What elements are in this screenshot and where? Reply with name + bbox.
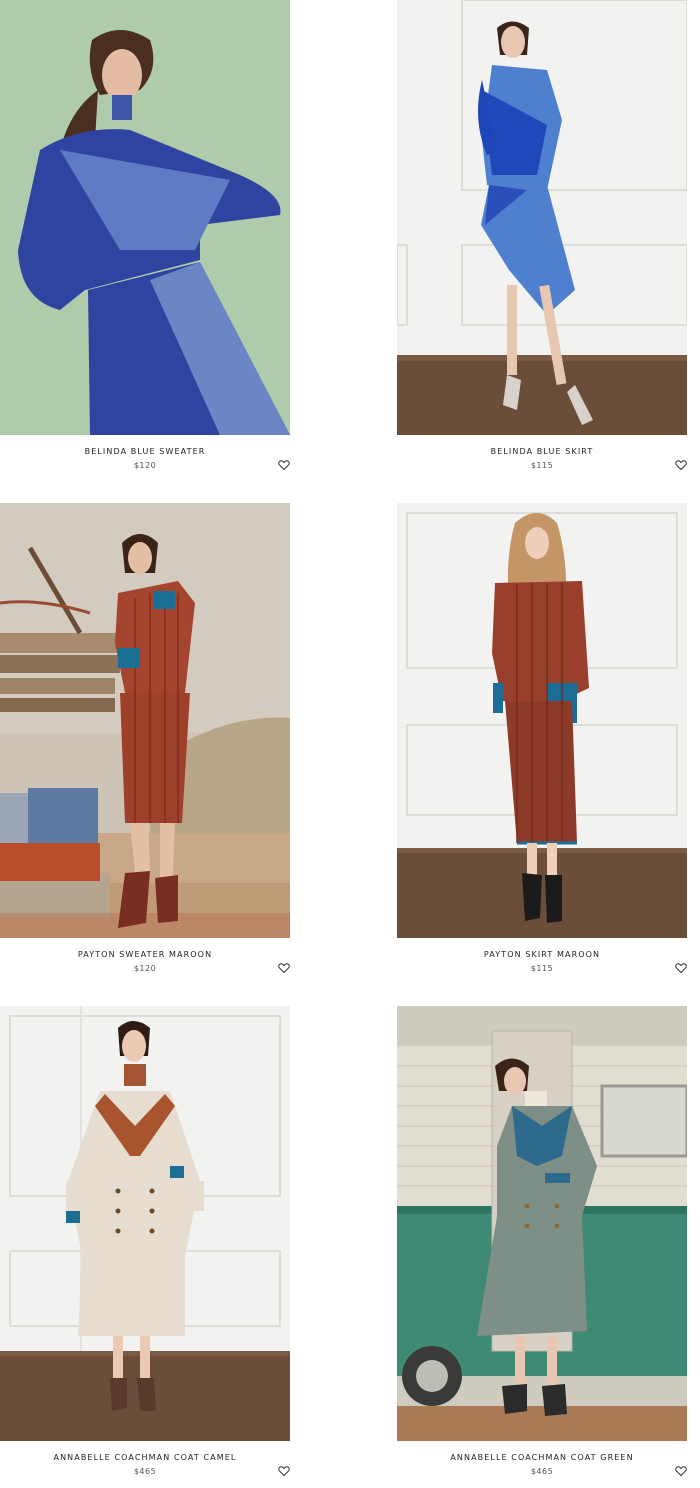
product-image-annabelle-coachman-coat-green[interactable] [397, 1006, 687, 1441]
product-price: $120 [133, 461, 157, 470]
heart-icon[interactable] [675, 1465, 687, 1477]
product-info: PAYTON SKIRT MAROON $115 [397, 938, 687, 986]
product-photo [397, 503, 687, 938]
heart-icon[interactable] [675, 459, 687, 471]
product-card[interactable]: BELINDA BLUE SWEATER $120 [0, 0, 290, 483]
product-info: BELINDA BLUE SWEATER $120 [0, 435, 290, 483]
product-card[interactable]: PAYTON SKIRT MAROON $115 [397, 503, 687, 986]
product-image-annabelle-coachman-coat-camel[interactable] [0, 1006, 290, 1441]
product-image-belinda-blue-skirt[interactable] [397, 0, 687, 435]
product-card[interactable]: PAYTON SWEATER MAROON $120 [0, 503, 290, 986]
heart-icon[interactable] [278, 1465, 290, 1477]
heart-icon[interactable] [675, 962, 687, 974]
product-price: $115 [530, 461, 554, 470]
product-photo [0, 503, 290, 938]
product-price: $465 [133, 1467, 157, 1476]
heart-icon[interactable] [278, 962, 290, 974]
product-price: $465 [530, 1467, 554, 1476]
product-card[interactable]: BELINDA BLUE SKIRT $115 [397, 0, 687, 483]
product-photo [0, 1006, 290, 1441]
product-info: BELINDA BLUE SKIRT $115 [397, 435, 687, 483]
product-photo [397, 0, 687, 435]
product-price: $115 [530, 964, 554, 973]
product-image-payton-skirt-maroon[interactable] [397, 503, 687, 938]
product-name[interactable]: PAYTON SWEATER MAROON [0, 938, 290, 959]
product-price: $120 [133, 964, 157, 973]
product-info: ANNABELLE COACHMAN COAT CAMEL $465 [0, 1441, 290, 1488]
product-info: PAYTON SWEATER MAROON $120 [0, 938, 290, 986]
product-photo [397, 1006, 687, 1441]
product-info: ANNABELLE COACHMAN COAT GREEN $465 [397, 1441, 687, 1488]
product-photo [0, 0, 290, 435]
product-name[interactable]: BELINDA BLUE SWEATER [0, 435, 290, 456]
product-card[interactable]: ANNABELLE COACHMAN COAT CAMEL $465 [0, 1006, 290, 1488]
product-name[interactable]: PAYTON SKIRT MAROON [397, 938, 687, 959]
product-name[interactable]: ANNABELLE COACHMAN COAT GREEN [397, 1441, 687, 1462]
product-image-belinda-blue-sweater[interactable] [0, 0, 290, 435]
product-name[interactable]: BELINDA BLUE SKIRT [397, 435, 687, 456]
heart-icon[interactable] [278, 459, 290, 471]
product-card[interactable]: ANNABELLE COACHMAN COAT GREEN $465 [397, 1006, 687, 1488]
product-name[interactable]: ANNABELLE COACHMAN COAT CAMEL [0, 1441, 290, 1462]
product-image-payton-sweater-maroon[interactable] [0, 503, 290, 938]
